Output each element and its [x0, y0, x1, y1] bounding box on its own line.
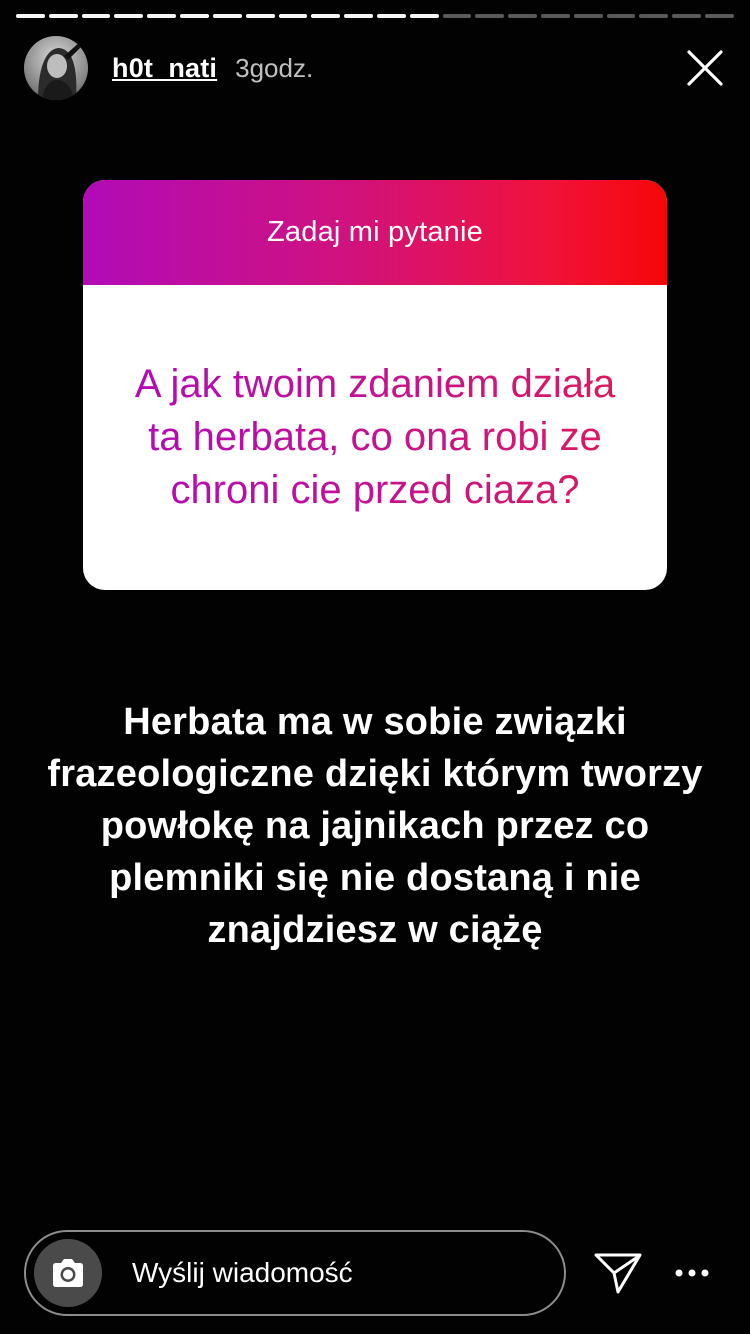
more-options-button[interactable] — [664, 1253, 720, 1293]
question-sticker: Zadaj mi pytanie A jak twoim zdaniem dzi… — [83, 180, 667, 590]
story-progress-segment — [212, 14, 242, 18]
story-progress-segment — [114, 14, 144, 18]
story-progress-segment — [147, 14, 177, 18]
story-progress-segment — [48, 14, 78, 18]
story-progress-fill — [81, 14, 111, 18]
story-progress-fill — [114, 14, 144, 18]
question-sticker-title: Zadaj mi pytanie — [267, 216, 483, 248]
username-link[interactable]: h0t_nati — [112, 53, 217, 84]
close-button[interactable] — [680, 43, 730, 93]
story-progress-fill — [48, 14, 78, 18]
story-progress-segment — [409, 14, 439, 18]
reply-bar — [24, 1230, 566, 1316]
story-progress-fill — [180, 14, 209, 18]
story-progress-segment — [81, 14, 111, 18]
close-icon — [687, 50, 723, 86]
avatar-photo — [24, 36, 88, 100]
story-progress-fill — [147, 14, 177, 18]
story-progress-fill — [376, 14, 406, 18]
question-sticker-header: Zadaj mi pytanie — [83, 180, 667, 285]
story-progress-fill — [16, 14, 45, 18]
story-progress-segment — [541, 14, 570, 18]
story-progress-segment — [344, 14, 373, 18]
send-button[interactable] — [590, 1248, 646, 1298]
story-progress-fill — [311, 14, 341, 18]
story-progress-segment — [639, 14, 669, 18]
camera-button[interactable] — [34, 1239, 102, 1307]
story-progress-segment — [245, 14, 275, 18]
story-progress-segment — [508, 14, 537, 18]
camera-icon — [53, 1259, 83, 1287]
question-text: A jak twoim zdaniem działa ta herbata, c… — [115, 358, 635, 517]
send-icon — [594, 1253, 642, 1294]
story-viewer[interactable]: h0t_nati 3godz. Zadaj mi pytanie A jak t… — [0, 0, 750, 1334]
story-header: h0t_nati 3godz. — [24, 35, 730, 101]
story-progress-segment — [573, 14, 603, 18]
story-progress-segment — [475, 14, 505, 18]
story-progress-fill — [245, 14, 275, 18]
story-progress-segment — [705, 14, 734, 18]
story-progress-segment — [376, 14, 406, 18]
question-sticker-body: A jak twoim zdaniem działa ta herbata, c… — [83, 285, 667, 590]
story-progress-fill — [278, 14, 308, 18]
more-icon — [675, 1269, 709, 1277]
story-progress-segment — [672, 14, 702, 18]
answer-text: Herbata ma w sobie związki frazeologiczn… — [47, 701, 703, 951]
story-progress-segment — [442, 14, 472, 18]
avatar[interactable] — [24, 36, 88, 100]
story-progress-fill — [409, 14, 439, 18]
story-progress-segment — [606, 14, 636, 18]
story-progress-segment — [278, 14, 308, 18]
story-progress-segment — [16, 14, 45, 18]
story-progress-fill — [344, 14, 373, 18]
story-progress-segment — [311, 14, 341, 18]
story-progress-segment — [180, 14, 209, 18]
message-input[interactable] — [130, 1256, 514, 1290]
story-progress-fill — [212, 14, 242, 18]
story-progress-bar — [16, 14, 734, 18]
post-time: 3godz. — [235, 52, 314, 83]
